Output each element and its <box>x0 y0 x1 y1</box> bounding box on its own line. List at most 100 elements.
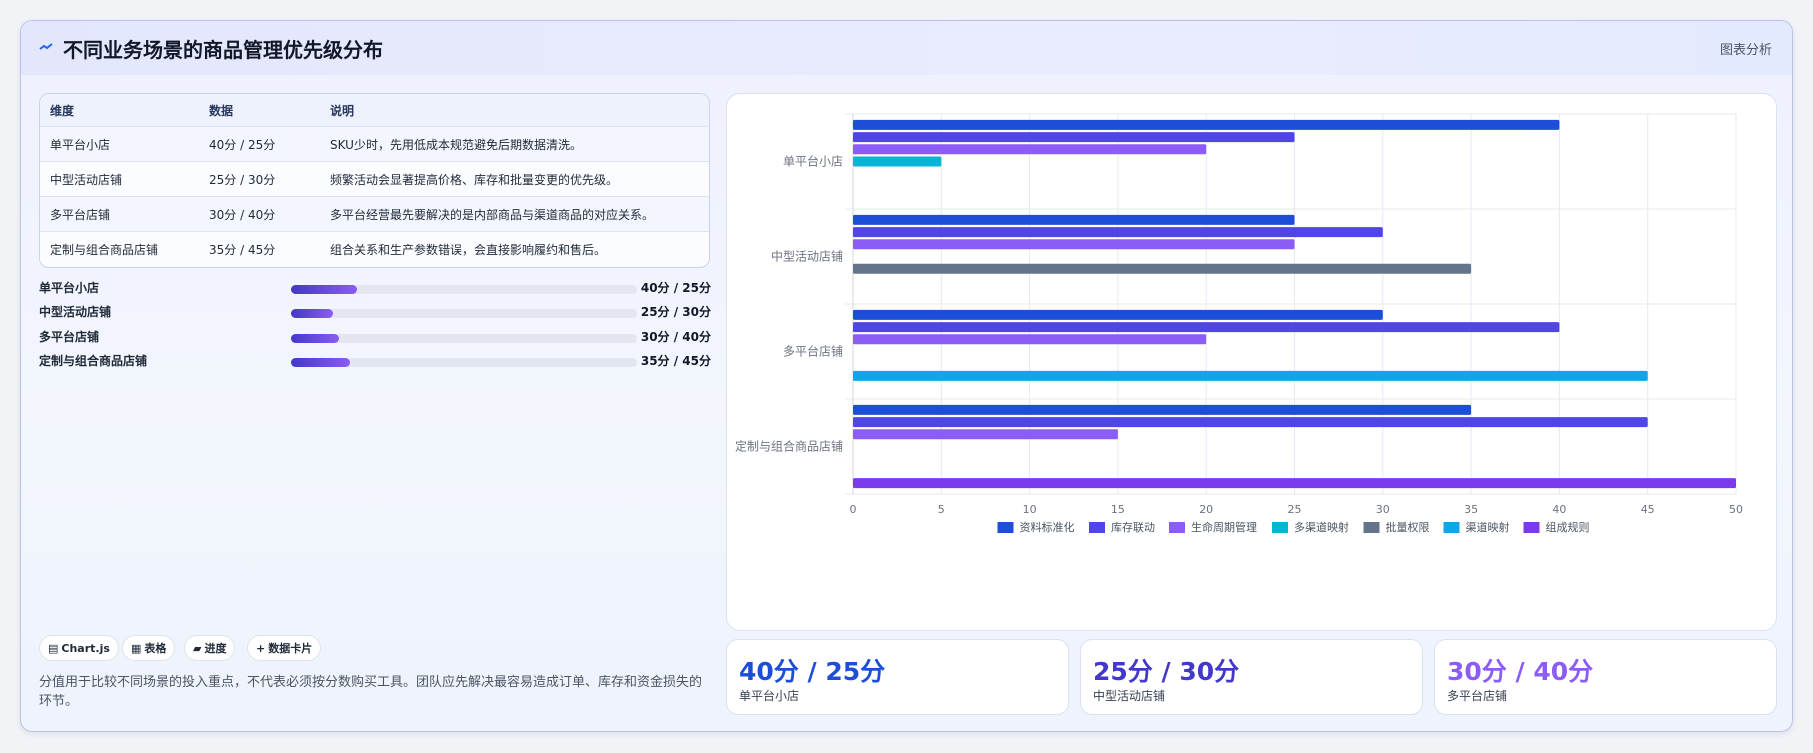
progress-fill <box>291 358 350 367</box>
bar <box>853 156 942 167</box>
progress-track <box>291 285 637 294</box>
tick-label: 20 <box>1199 503 1213 516</box>
data-table: 维度 数据 说明 单平台小店 40分 / 25分 SKU少时，先用低成本规范避免… <box>39 93 710 268</box>
progress-row: 多平台店铺 30分 / 40分 <box>39 328 711 346</box>
table-cell: 25分 / 30分 <box>209 172 276 187</box>
bar <box>853 132 1295 143</box>
tick-label: 40 <box>1552 503 1566 516</box>
progress-fill <box>291 334 340 343</box>
card-header: 不同业务场景的商品管理优先级分布 图表分析 <box>21 21 1792 75</box>
legend-label: 库存联动 <box>1111 520 1155 534</box>
bar <box>853 404 1472 415</box>
tick-label: 15 <box>1111 503 1125 516</box>
chart-analysis-link[interactable]: 图表分析 <box>1720 39 1772 58</box>
tick-label: 0 <box>850 503 857 516</box>
progress-label: 定制与组合商品店铺 <box>39 354 148 368</box>
chip-data-card[interactable]: + 数据卡片 <box>247 635 322 661</box>
table-cell: 频繁活动会显著提高价格、库存和批量变更的优先级。 <box>330 172 619 187</box>
stat-value: 30分 / 40分 <box>1447 657 1594 686</box>
table-cell: 40分 / 25分 <box>209 137 276 152</box>
table-cell: 中型活动店铺 <box>50 172 123 187</box>
progress-value: 25分 / 30分 <box>640 305 711 319</box>
chip-table[interactable]: ▦ 表格 <box>122 635 176 661</box>
tick-label: 5 <box>938 503 945 516</box>
tick-label: 45 <box>1641 503 1655 516</box>
progress-row: 中型活动店铺 25分 / 30分 <box>39 303 711 321</box>
progress-label: 多平台店铺 <box>39 330 100 344</box>
category-label: 中型活动店铺 <box>771 249 843 264</box>
table-cell: 单平台小店 <box>50 137 111 152</box>
trend-icon <box>39 43 53 50</box>
table-cell: 定制与组合商品店铺 <box>50 242 159 257</box>
legend-label: 生命周期管理 <box>1191 520 1257 534</box>
table-row: 多平台店铺 30分 / 40分 多平台经营最先要解决的是内部商品与渠道商品的对应… <box>40 196 709 231</box>
legend-label: 批量权限 <box>1386 520 1430 534</box>
column-header: 数据 <box>209 103 234 118</box>
bar <box>853 429 1118 440</box>
stat-label: 多平台店铺 <box>1447 689 1508 703</box>
column-header: 维度 <box>50 103 75 118</box>
progress-track <box>291 309 637 318</box>
legend-swatch <box>997 522 1014 533</box>
table-cell: 多平台经营最先要解决的是内部商品与渠道商品的对应关系。 <box>330 207 655 222</box>
tick-label: 30 <box>1376 503 1390 516</box>
bar-chart: 单平台小店中型活动店铺多平台店铺定制与组合商品店铺 0 5 10 15 20 25 30 35 4… <box>735 113 1743 534</box>
tick-label: 50 <box>1729 503 1743 516</box>
progress-value: 40分 / 25分 <box>640 281 711 295</box>
legend-swatch <box>1523 522 1540 533</box>
bar <box>853 239 1295 250</box>
progress-fill <box>291 285 357 294</box>
bar <box>853 417 1648 428</box>
table-row: 定制与组合商品店铺 35分 / 45分 组合关系和生产参数错误，会直接影响履约和… <box>40 231 709 266</box>
progress-row: 定制与组合商品店铺 35分 / 45分 <box>39 352 711 370</box>
page-title: 不同业务场景的商品管理优先级分布 <box>63 38 383 62</box>
stat-label: 中型活动店铺 <box>1093 689 1166 703</box>
chart-icon: ▤ <box>48 641 59 655</box>
progress-label: 单平台小店 <box>39 281 100 295</box>
bar <box>853 144 1207 155</box>
legend-swatch <box>1169 522 1185 533</box>
table-cell: SKU少时，先用低成本规范避免后期数据清洗。 <box>330 137 582 152</box>
tick-label: 10 <box>1023 503 1037 516</box>
tick-label: 25 <box>1288 503 1302 516</box>
progress-row: 单平台小店 40分 / 25分 <box>39 279 711 297</box>
bar <box>853 227 1383 238</box>
plus-icon: + <box>256 641 266 655</box>
chip-chartjs[interactable]: ▤ Chart.js <box>39 635 119 661</box>
bar <box>853 478 1736 489</box>
progress-value: 30分 / 40分 <box>640 330 711 344</box>
bar <box>853 370 1648 381</box>
table-cell: 30分 / 40分 <box>209 207 276 222</box>
column-header: 说明 <box>330 103 355 118</box>
note-text: 分值用于比较不同场景的投入重点，不代表必须按分数购买工具。团队应先解决最容易造成… <box>39 675 703 709</box>
bar <box>853 119 1560 130</box>
progress-fill <box>291 309 333 318</box>
category-label: 定制与组合商品店铺 <box>735 439 843 454</box>
stat-card: 25分 / 30分 中型活动店铺 <box>1080 639 1423 715</box>
table-cell: 组合关系和生产参数错误，会直接影响履约和售后。 <box>330 242 607 257</box>
stat-value: 40分 / 25分 <box>739 657 886 686</box>
legend-label: 多渠道映射 <box>1294 520 1349 534</box>
bar <box>853 334 1207 345</box>
chart-panel: 单平台小店 中型活动店铺 多平台店铺 定制与组合商品店铺 0 5 10 15 20 25 30 35 4… <box>726 93 1777 631</box>
progress-track <box>291 334 637 343</box>
table-header-row: 维度 数据 说明 <box>40 94 709 126</box>
table-cell: 35分 / 45分 <box>209 242 276 257</box>
stat-label: 单平台小店 <box>739 689 800 703</box>
table-cell: 多平台店铺 <box>50 207 111 222</box>
table-row: 单平台小店 40分 / 25分 SKU少时，先用低成本规范避免后期数据清洗。 <box>40 126 709 161</box>
legend-swatch <box>1272 522 1288 533</box>
table-icon: ▦ <box>131 641 142 655</box>
progress-icon: ▰ <box>193 641 202 655</box>
bar <box>853 322 1560 333</box>
progress-track <box>291 358 637 367</box>
stat-value: 25分 / 30分 <box>1093 657 1240 686</box>
legend-label: 资料标准化 <box>1020 520 1075 534</box>
tick-label: 35 <box>1464 503 1478 516</box>
table-row: 中型活动店铺 25分 / 30分 频繁活动会显著提高价格、库存和批量变更的优先级… <box>40 161 709 196</box>
chip-progress[interactable]: ▰ 进度 <box>184 635 236 661</box>
stat-card: 30分 / 40分 多平台店铺 <box>1434 639 1777 715</box>
category-label: 单平台小店 <box>783 154 843 169</box>
progress-label: 中型活动店铺 <box>39 305 112 319</box>
progress-value: 35分 / 45分 <box>640 354 711 368</box>
